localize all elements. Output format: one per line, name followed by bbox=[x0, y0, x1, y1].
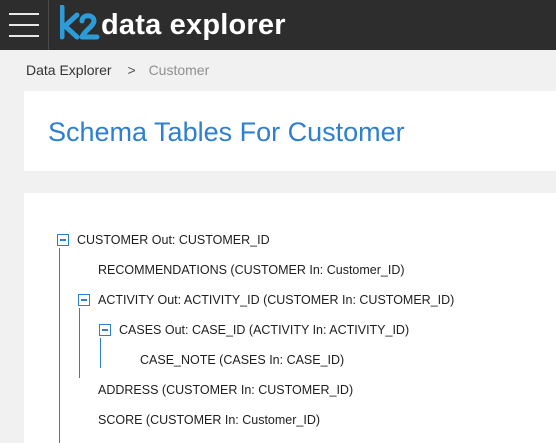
k2-logo-icon bbox=[60, 5, 100, 40]
tree-line-customer bbox=[59, 248, 60, 443]
top-bar: data explorer bbox=[0, 0, 556, 50]
breadcrumb: Data Explorer > Customer bbox=[26, 62, 209, 78]
tree-node-address[interactable]: ADDRESS (CUSTOMER In: CUSTOMER_ID) bbox=[98, 382, 353, 398]
topbar-divider bbox=[48, 0, 49, 50]
tree-node-activity[interactable]: ACTIVITY Out: ACTIVITY_ID (CUSTOMER In: … bbox=[98, 292, 454, 308]
hamburger-menu-icon[interactable] bbox=[0, 0, 48, 50]
breadcrumb-current: Customer bbox=[148, 62, 210, 78]
tree-node-case-note[interactable]: CASE_NOTE (CASES In: CASE_ID) bbox=[140, 352, 344, 368]
tree-node-cases[interactable]: CASES Out: CASE_ID (ACTIVITY In: ACTIVIT… bbox=[119, 322, 409, 338]
app-name: data explorer bbox=[101, 9, 286, 41]
tree-node-score[interactable]: SCORE (CUSTOMER In: Customer_ID) bbox=[98, 412, 320, 428]
tree-line-cases bbox=[100, 338, 101, 368]
collapse-cases-icon[interactable] bbox=[99, 324, 111, 336]
schema-tree-card: CUSTOMER Out: CUSTOMER_ID RECOMMENDATION… bbox=[24, 193, 556, 443]
breadcrumb-data-explorer[interactable]: Data Explorer bbox=[26, 62, 112, 78]
page-title: Schema Tables For Customer bbox=[48, 117, 405, 147]
tree-line-activity bbox=[79, 308, 80, 378]
tree-node-recommendations[interactable]: RECOMMENDATIONS (CUSTOMER In: Customer_I… bbox=[98, 262, 405, 278]
collapse-customer-icon[interactable] bbox=[57, 234, 69, 246]
breadcrumb-separator: > bbox=[127, 62, 136, 78]
tree-node-customer[interactable]: CUSTOMER Out: CUSTOMER_ID bbox=[77, 232, 270, 248]
title-card: Schema Tables For Customer bbox=[24, 91, 556, 171]
collapse-activity-icon[interactable] bbox=[78, 294, 90, 306]
